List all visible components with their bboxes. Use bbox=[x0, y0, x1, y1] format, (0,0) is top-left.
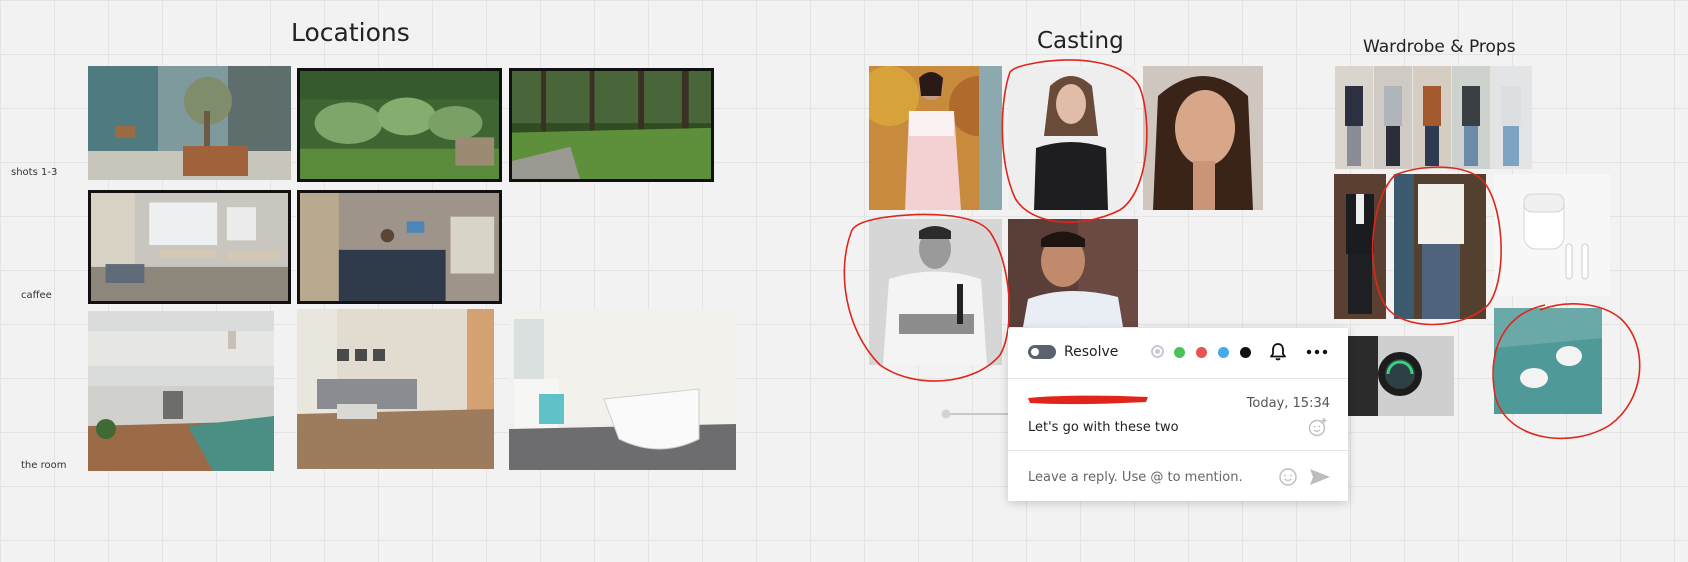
bell-icon[interactable] bbox=[1268, 342, 1288, 362]
props-photo-earbuds-table[interactable] bbox=[1494, 308, 1602, 414]
room-photo-bathroom[interactable] bbox=[509, 309, 736, 470]
row-label-shots: shots 1-3 bbox=[11, 167, 58, 178]
resolve-toggle[interactable] bbox=[1028, 345, 1056, 359]
comment-toolbar: Resolve bbox=[1008, 328, 1348, 379]
resolve-label: Resolve bbox=[1064, 344, 1119, 360]
comment-card: Resolve Today, 15:34 Let's go with these… bbox=[1008, 328, 1348, 501]
reply-input[interactable]: Leave a reply. Use @ to mention. bbox=[1028, 470, 1243, 485]
caffee-photo-interior[interactable] bbox=[88, 190, 291, 304]
caffee-photo-counter[interactable] bbox=[297, 190, 502, 304]
location-photo-park-lawn[interactable] bbox=[509, 68, 714, 182]
emoji-icon[interactable] bbox=[1278, 467, 1298, 487]
room-photo-living[interactable] bbox=[297, 309, 494, 469]
wardrobe-props-title: Wardrobe & Props bbox=[1363, 37, 1516, 57]
more-options-icon[interactable] bbox=[1305, 342, 1329, 362]
comment-text: Let's go with these two bbox=[1028, 420, 1179, 435]
color-option-gray[interactable] bbox=[1151, 345, 1164, 358]
casting-photo-woman-black-tee[interactable] bbox=[1008, 66, 1135, 210]
author-name-redacted bbox=[1028, 395, 1148, 405]
color-option-blue[interactable] bbox=[1218, 347, 1229, 358]
props-photo-smartwatch[interactable] bbox=[1348, 336, 1454, 416]
casting-photo-man-crossed-arms[interactable] bbox=[869, 219, 1002, 365]
casting-title: Casting bbox=[1037, 28, 1124, 54]
wardrobe-photo-outfits-strip[interactable] bbox=[1335, 66, 1532, 169]
room-photo-kitchen[interactable] bbox=[88, 311, 274, 471]
connector-handle[interactable] bbox=[940, 408, 1010, 420]
color-option-red[interactable] bbox=[1196, 347, 1207, 358]
send-icon[interactable] bbox=[1308, 467, 1332, 487]
color-option-black[interactable] bbox=[1240, 347, 1251, 358]
location-photo-building-tree[interactable] bbox=[88, 66, 291, 180]
comment-body: Today, 15:34 Let's go with these two bbox=[1008, 379, 1348, 451]
color-option-green[interactable] bbox=[1174, 347, 1185, 358]
locations-title: Locations bbox=[291, 18, 410, 47]
comment-timestamp: Today, 15:34 bbox=[1246, 396, 1330, 411]
row-label-room: the room bbox=[21, 460, 67, 471]
row-label-caffee: caffee bbox=[21, 290, 52, 301]
wardrobe-photo-white-shirt-jeans[interactable] bbox=[1394, 174, 1486, 319]
wardrobe-photo-black-suit[interactable] bbox=[1334, 174, 1386, 319]
casting-photo-man-smiling[interactable] bbox=[1008, 219, 1138, 327]
props-photo-earbuds-case[interactable] bbox=[1494, 174, 1610, 296]
location-photo-park-bushes[interactable] bbox=[297, 68, 502, 182]
casting-photo-woman-pink-dress[interactable] bbox=[869, 66, 1002, 210]
add-reaction-icon[interactable] bbox=[1308, 417, 1328, 437]
casting-photo-woman-portrait[interactable] bbox=[1143, 66, 1263, 210]
